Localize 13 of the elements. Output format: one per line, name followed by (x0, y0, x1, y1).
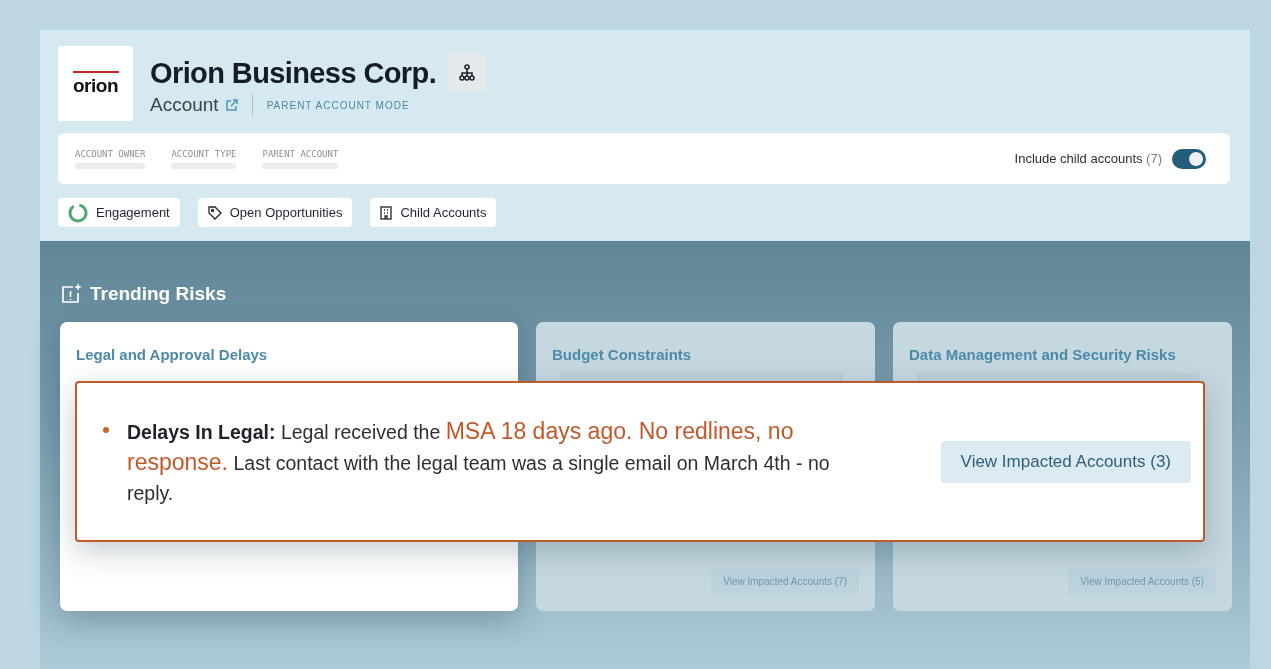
account-mode-label: PARENT ACCOUNT MODE (266, 99, 410, 111)
field-label: ACCOUNT TYPE (171, 148, 237, 159)
card-title: Legal and Approval Delays (76, 346, 269, 363)
risk-description: Delays In Legal: Legal received the MSA 18 days ago. No redlines, no response. Last contact with the legal team was a single email on March 4th - no reply. (127, 416, 831, 506)
toggle-label: Include child accounts (7) (1014, 151, 1162, 166)
card-title: Budget Constraints (552, 346, 693, 363)
field-label: ACCOUNT OWNER (75, 148, 146, 159)
account-name: Orion Business Corp. (150, 56, 437, 90)
section-title: Trending Risks (90, 283, 227, 305)
field-label: PARENT ACCOUNT (262, 148, 339, 159)
card-title: Data Management and Security Risks (909, 346, 1177, 363)
account-type-label: Account (150, 94, 219, 116)
company-logo: orion (58, 46, 133, 121)
